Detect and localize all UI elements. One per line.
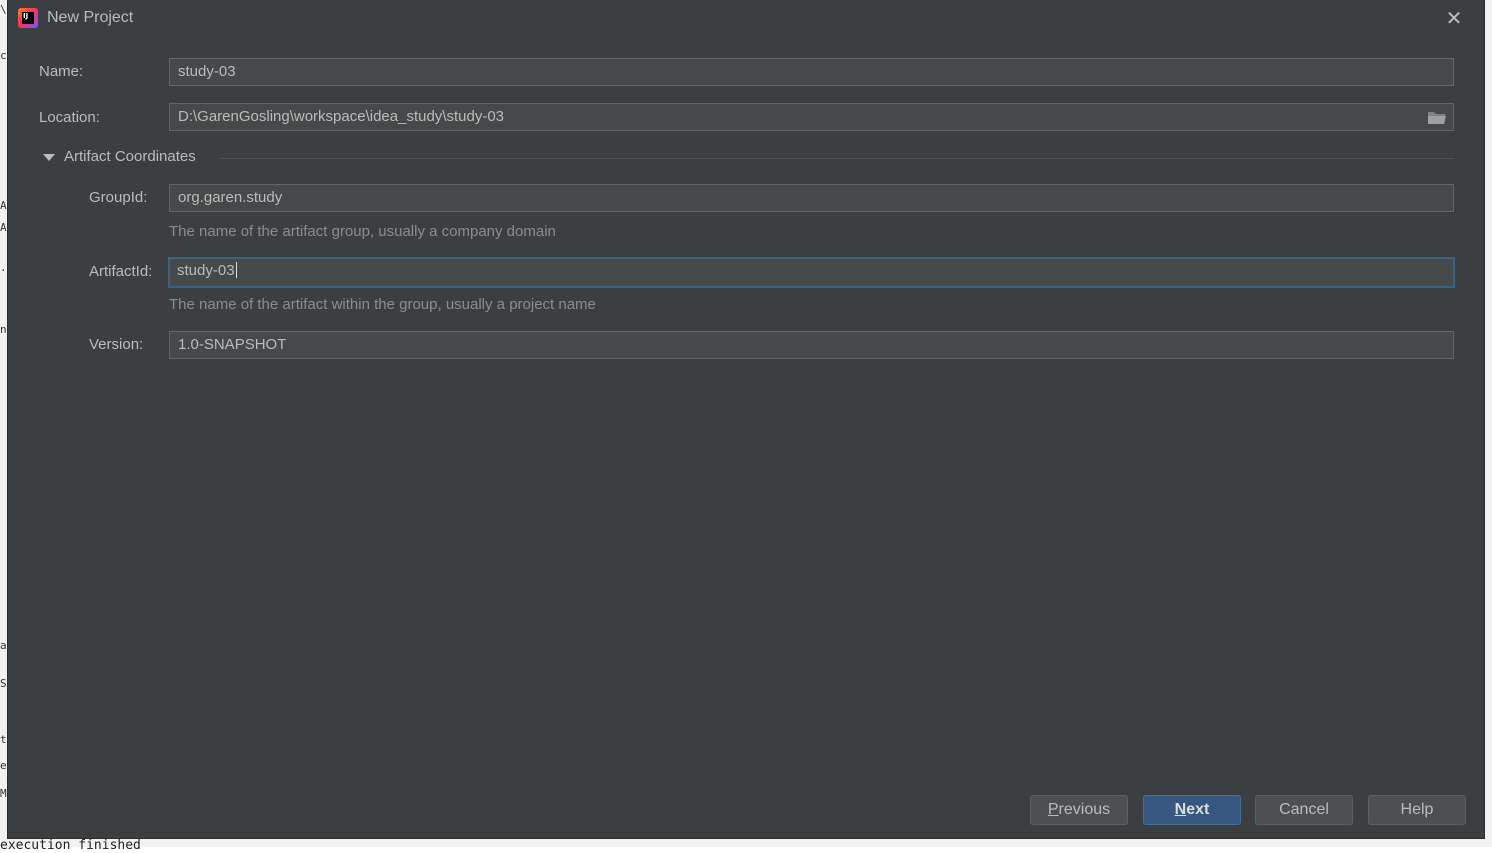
artifactid-label: ArtifactId: (89, 263, 153, 280)
name-value: study-03 (178, 63, 236, 80)
close-icon[interactable]: ✕ (1442, 8, 1466, 30)
artifact-coordinates-title[interactable]: Artifact Coordinates (64, 148, 196, 165)
version-input[interactable]: 1.0-SNAPSHOT (169, 331, 1454, 359)
background-console-text: execution finished (0, 838, 141, 853)
section-divider (220, 158, 1454, 159)
background-text-fragment: A (0, 221, 7, 234)
previous-label: revious (1058, 801, 1111, 818)
dialog-title: New Project (47, 9, 134, 26)
dialog-titlebar: IJ New Project ✕ (8, 0, 1484, 38)
text-caret (235, 262, 237, 278)
help-button[interactable]: Help (1368, 795, 1466, 825)
background-text-fragment: \ (0, 3, 7, 16)
version-value: 1.0-SNAPSHOT (178, 336, 287, 353)
groupid-value: org.garen.study (178, 189, 283, 206)
next-button[interactable]: Next (1143, 795, 1241, 825)
location-value: D:\GarenGosling\workspace\idea_study\stu… (178, 108, 505, 125)
folder-icon[interactable] (1427, 110, 1447, 125)
groupid-input[interactable]: org.garen.study (169, 184, 1454, 212)
location-input[interactable]: D:\GarenGosling\workspace\idea_study\stu… (169, 103, 1454, 131)
groupid-label: GroupId: (89, 189, 148, 206)
artifactid-value: study-03 (177, 262, 235, 279)
intellij-idea-icon: IJ (18, 8, 38, 28)
artifactid-hint: The name of the artifact within the grou… (169, 296, 596, 313)
location-label: Location: (39, 109, 100, 126)
name-label: Name: (39, 63, 84, 80)
triangle-down-icon[interactable] (42, 150, 56, 164)
next-mnemonic: N (1174, 801, 1187, 818)
previous-button[interactable]: Previous (1030, 795, 1128, 825)
groupid-hint: The name of the artifact group, usually … (169, 223, 556, 240)
artifactid-input[interactable]: study-03 (168, 257, 1455, 288)
previous-mnemonic: P (1047, 801, 1059, 818)
version-label: Version: (89, 336, 144, 353)
next-label: ext (1186, 801, 1210, 818)
background-text-fragment: t (0, 733, 7, 746)
intellij-idea-icon-glyph: IJ (22, 12, 34, 24)
new-project-dialog: IJ New Project ✕ Name: study-03 Location… (8, 0, 1484, 838)
name-input[interactable]: study-03 (169, 58, 1454, 86)
background-text-fragment: c (0, 49, 7, 62)
cancel-button[interactable]: Cancel (1255, 795, 1353, 825)
background-text-fragment: A (0, 199, 7, 212)
